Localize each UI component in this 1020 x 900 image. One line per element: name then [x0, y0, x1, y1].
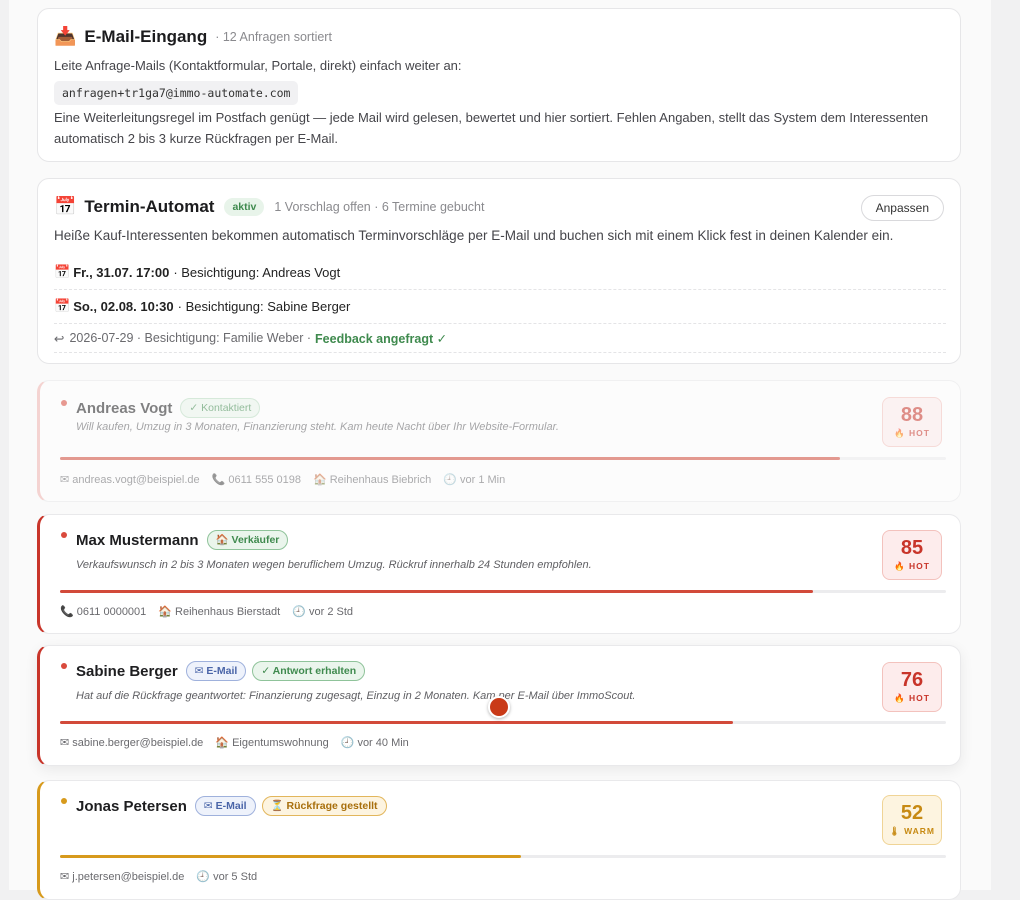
score-bar [60, 855, 521, 858]
lead-card[interactable]: Jonas Petersen ✉ E-Mail ⏳ Rückfrage gest… [37, 780, 961, 900]
score-track [60, 721, 946, 724]
lead-description: Hat auf die Rückfrage geantwortet: Finan… [76, 690, 636, 702]
score-label: 🌡 WARM [888, 826, 936, 836]
lead-time: 🕘 vor 2 Std [292, 606, 354, 618]
customize-button[interactable]: Anpassen [860, 195, 944, 221]
lead-name: Jonas Petersen [76, 797, 187, 815]
score-bar [60, 721, 734, 724]
question-sent-badge: ⏳ Rückfrage gestellt [261, 796, 387, 816]
appointment-time: So., 02.08. 10:30 [73, 299, 174, 314]
score-badge: 85 🔥 HOT [882, 530, 942, 580]
priority-dot [61, 532, 67, 538]
inbox-intro: Leite Anfrage-Mails (Kontaktformular, Po… [54, 58, 462, 73]
lead-time: 🕘 vor 1 Min [443, 474, 506, 486]
lead-email[interactable]: ✉ sabine.berger@beispiel.de [60, 736, 203, 749]
priority-dot [61, 663, 67, 669]
lead-name: Max Mustermann [76, 531, 199, 549]
inbox-subtitle: · 12 Anfragen sortiert [215, 29, 332, 44]
inbox-title: E-Mail-Eingang [84, 26, 208, 46]
appointment-time: Fr., 31.07. 17:00 [73, 265, 170, 280]
lead-description: Verkaufswunsch in 2 bis 3 Monaten wegen … [76, 559, 592, 571]
seller-badge: 🏠 Verkäufer [206, 530, 289, 550]
score-badge: 76 🔥 HOT [882, 662, 942, 712]
score-track [60, 855, 946, 858]
score-label: 🔥 HOT [894, 561, 930, 571]
status-badge: aktiv [224, 197, 265, 216]
return-icon: ↩ [54, 331, 65, 346]
lead-email[interactable]: ✉ andreas.vogt@beispiel.de [60, 473, 200, 486]
score-label: 🔥 HOT [894, 428, 930, 438]
lead-name: Sabine Berger [76, 662, 178, 680]
lead-property: 🏠 Eigentumswohnung [215, 737, 329, 749]
lead-property: 🏠 Reihenhaus Biebrich [312, 474, 432, 486]
lead-property: 🏠 Reihenhaus Bierstadt [158, 606, 281, 618]
appointment-item[interactable]: 📅 So., 02.08. 10:30 · Besichtigung: Sabi… [54, 290, 946, 324]
score-track [60, 590, 946, 593]
appointment-item[interactable]: 📅 Fr., 31.07. 17:00 · Besichtigung: Andr… [54, 256, 946, 290]
past-appointment-text: 2026-07-29 · Besichtigung: Familie Weber… [69, 331, 312, 345]
reply-received-badge: ✓ Antwort erhalten [252, 661, 366, 681]
score-badge: 52 🌡 WARM [882, 795, 942, 845]
lead-email[interactable]: ✉ j.petersen@beispiel.de [60, 870, 184, 883]
appointment-title: · Besichtigung: Andreas Vogt [173, 265, 341, 280]
page: 📥 E-Mail-Eingang · 12 Anfragen sortiert … [9, 0, 991, 900]
appointment-title: · Besichtigung: Sabine Berger [177, 299, 351, 314]
scheduler-description: Heiße Kauf-Interessenten bekommen automa… [54, 228, 894, 243]
score-track [60, 457, 946, 460]
lead-time: 🕘 vor 5 Std [196, 871, 258, 883]
calendar-icon: 📅 [54, 299, 71, 314]
lead-description: Will kaufen, Umzug in 3 Monaten, Finanzi… [76, 421, 559, 433]
calendar-icon: 📅 [54, 196, 77, 217]
score-bar [60, 457, 840, 460]
inbox-card: 📥 E-Mail-Eingang · 12 Anfragen sortiert … [37, 8, 961, 162]
inbox-note: Eine Weiterleitungsregel im Postfach gen… [54, 110, 929, 146]
email-source-badge: ✉ E-Mail [194, 796, 256, 816]
lead-name: Andreas Vogt [76, 399, 173, 417]
score-bar [60, 590, 814, 593]
lead-card[interactable]: Andreas Vogt ✓ Kontaktiert Will kaufen, … [37, 380, 961, 502]
email-source-badge: ✉ E-Mail [185, 661, 247, 681]
lead-phone[interactable]: 📞 0611 555 0198 [212, 473, 301, 486]
past-appointment: ↩ 2026-07-29 · Besichtigung: Familie Web… [54, 324, 946, 353]
score-value: 88 [900, 404, 924, 426]
score-badge: 88 🔥 HOT [882, 397, 942, 447]
score-value: 52 [900, 802, 924, 824]
forward-address[interactable]: anfragen+tr1ga7@immo-automate.com [54, 81, 299, 105]
priority-dot [61, 400, 67, 406]
score-label: 🔥 HOT [894, 693, 930, 703]
score-value: 85 [900, 537, 924, 559]
priority-dot [61, 798, 67, 804]
lead-phone[interactable]: 📞 0611 0000001 [60, 605, 146, 618]
lead-time: 🕘 vor 40 Min [340, 737, 409, 749]
lead-card[interactable]: Max Mustermann 🏠 Verkäufer Verkaufswunsc… [37, 514, 961, 634]
feedback-status: Feedback angefragt ✓ [315, 331, 448, 346]
scheduler-title: Termin-Automat [84, 196, 215, 216]
contacted-badge: ✓ Kontaktiert [180, 398, 261, 418]
calendar-icon: 📅 [54, 265, 71, 280]
mouse-cursor [488, 696, 510, 718]
scheduler-card: 📅 Termin-Automat aktiv 1 Vorschlag offen… [37, 178, 961, 364]
inbox-tray-icon: 📥 [54, 26, 77, 47]
score-value: 76 [900, 669, 924, 691]
scheduler-summary: 1 Vorschlag offen · 6 Termine gebucht [274, 199, 485, 214]
